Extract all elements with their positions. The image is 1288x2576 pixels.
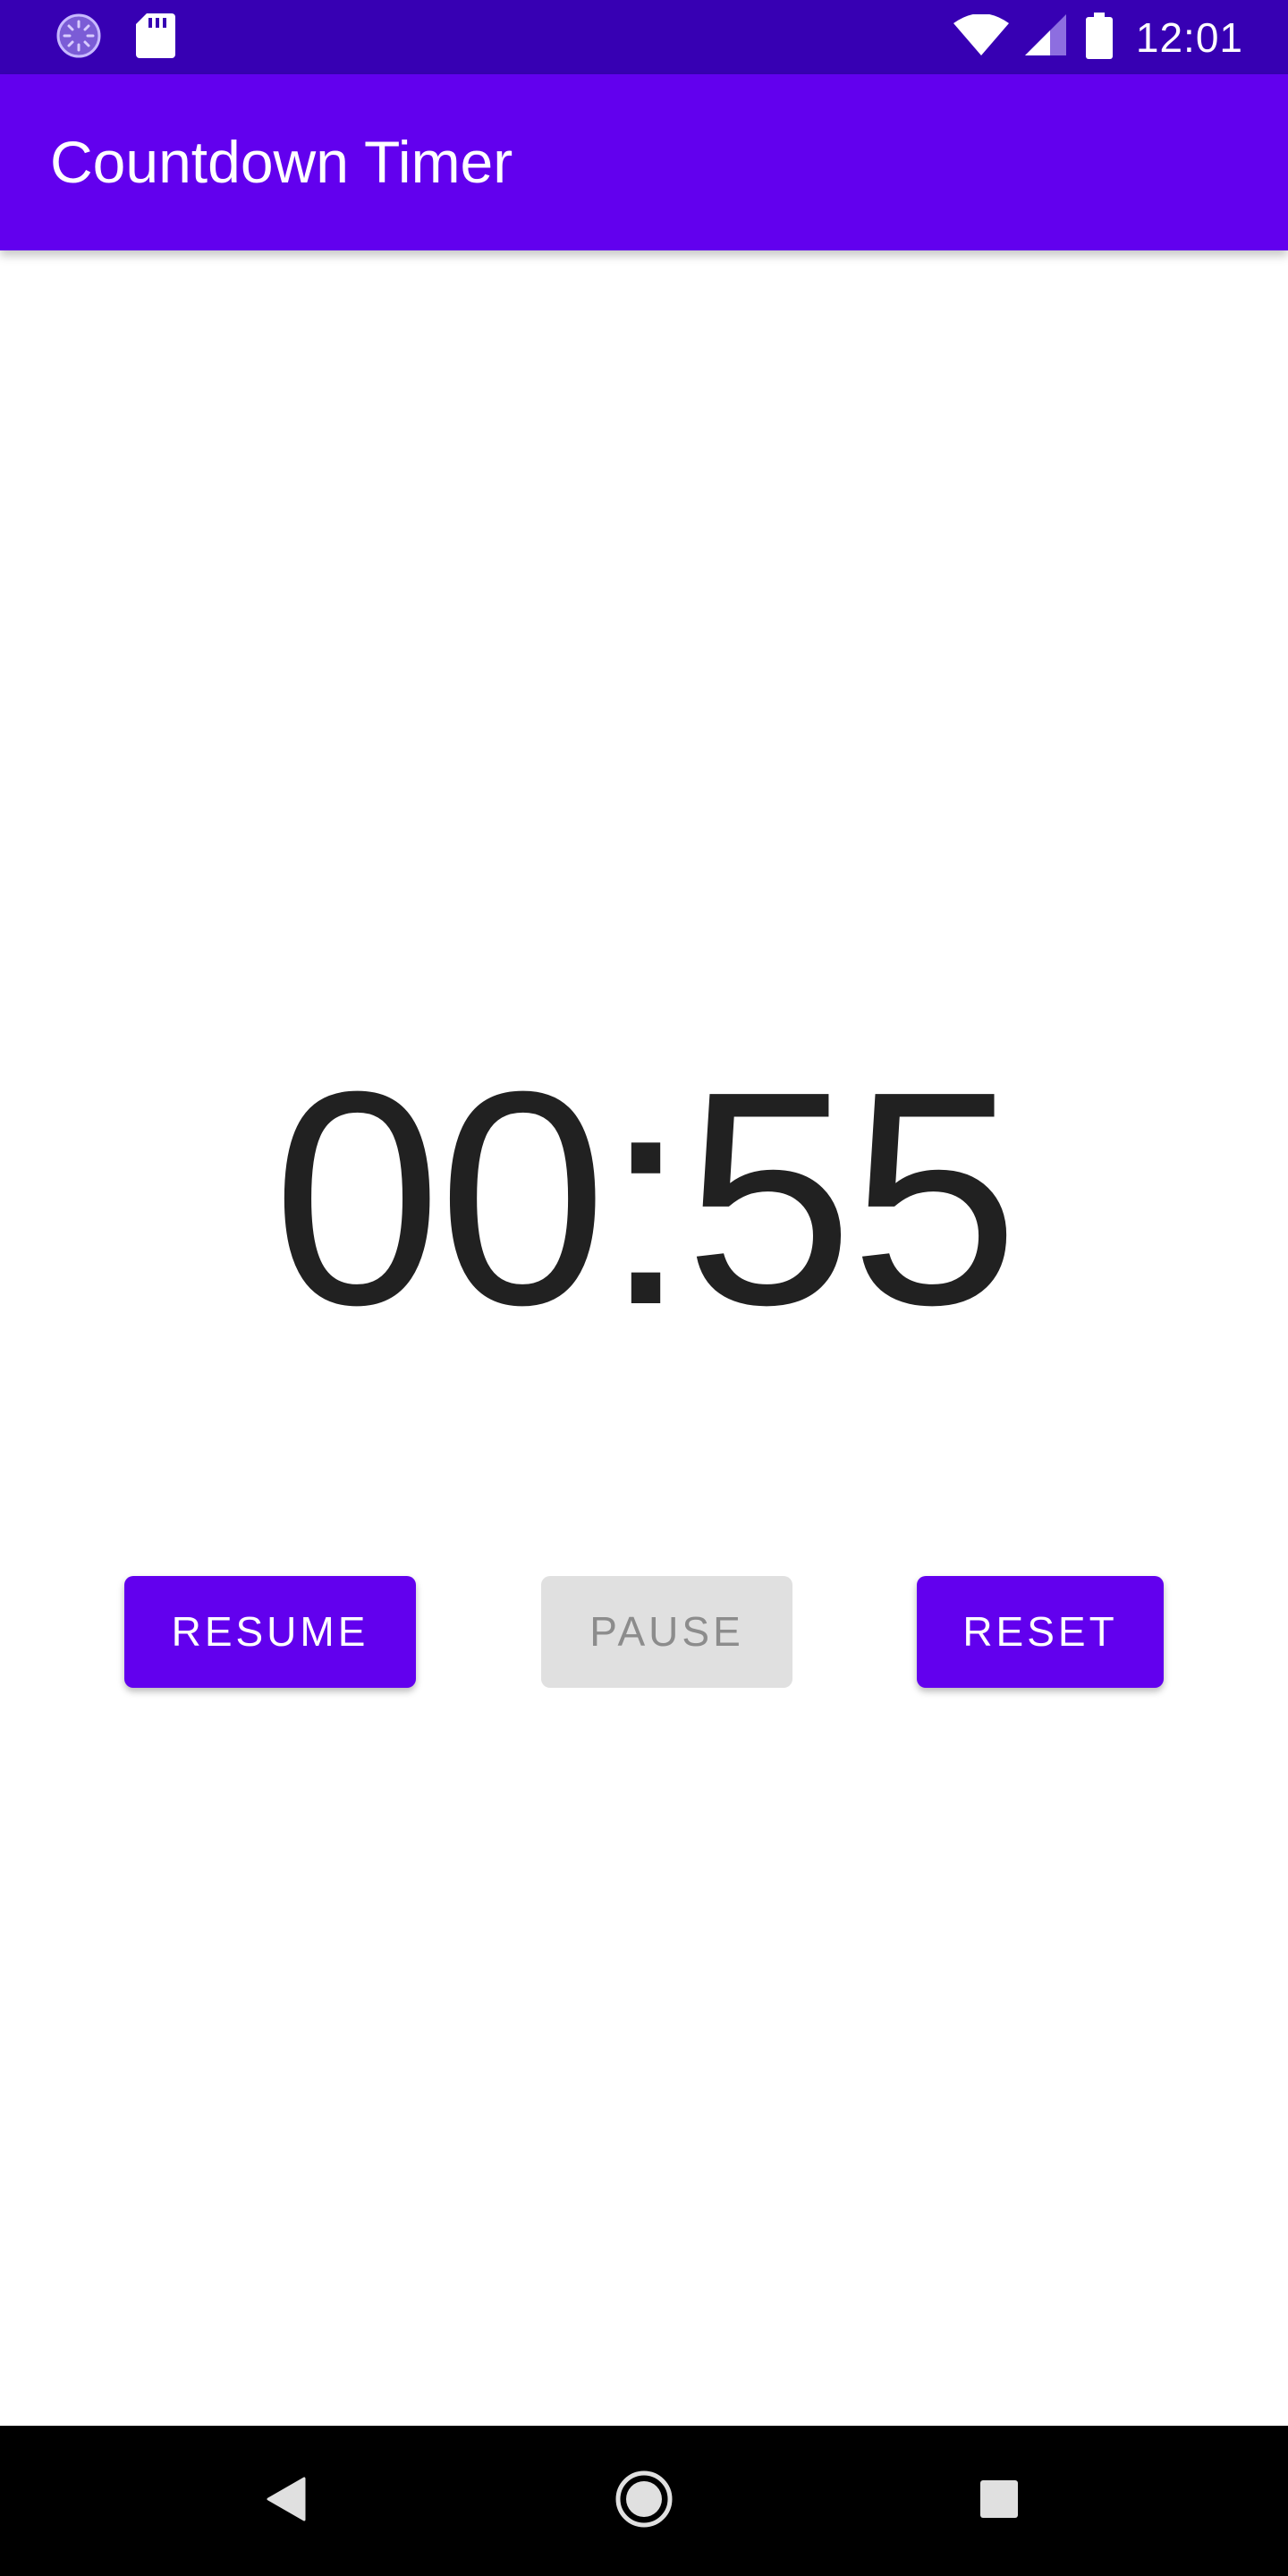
back-button[interactable] [215,2426,358,2576]
status-left-icons [55,13,175,64]
cell-signal-icon [1024,13,1070,62]
recents-button[interactable] [928,2426,1071,2576]
timer-display: 00:55 [272,1029,1020,1368]
status-clock: 12:01 [1135,14,1243,61]
app-title: Countdown Timer [50,129,513,195]
resume-button[interactable]: RESUME [124,1576,416,1688]
status-bar: 12:01 [0,0,1288,74]
home-button[interactable] [572,2426,716,2576]
navigation-bar [0,2426,1288,2576]
screen: 12:01 Countdown Timer 00:55 RESUME PAUSE… [0,0,1288,2576]
pause-button[interactable]: PAUSE [541,1576,792,1688]
wifi-icon [953,13,1009,62]
back-icon [267,2477,306,2526]
battery-icon [1085,12,1113,64]
app-bar: Countdown Timer [0,74,1288,250]
sd-card-icon [136,13,175,63]
reset-button[interactable]: RESET [917,1576,1164,1688]
home-icon [614,2470,674,2533]
status-right-icons: 12:01 [953,12,1243,64]
recents-icon [979,2479,1019,2523]
sync-icon [55,13,102,64]
